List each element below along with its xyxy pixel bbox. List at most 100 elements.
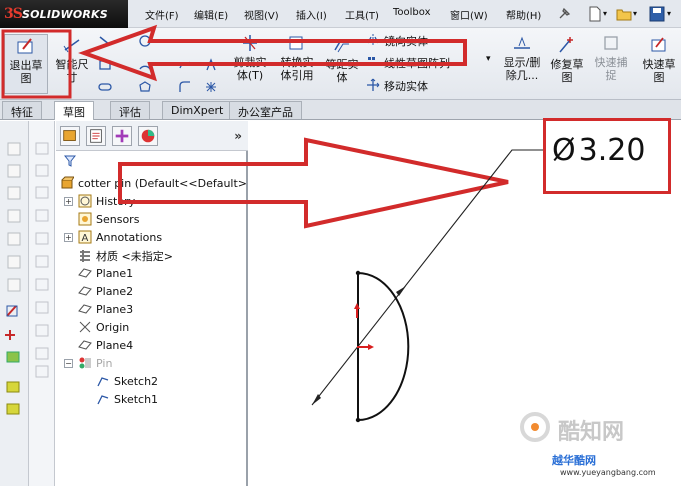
- arc-icon[interactable]: [138, 58, 152, 72]
- tab-features[interactable]: 特征: [2, 101, 42, 119]
- tree-item-label: Origin: [96, 321, 130, 334]
- tree-item-sketch2[interactable]: Sketch2: [96, 374, 158, 392]
- tree-item-history[interactable]: History: [78, 194, 135, 212]
- smart-dimension-button[interactable]: 智能尺 寸: [52, 34, 92, 94]
- tree-root-part[interactable]: cotter pin (Default<<Default>: [60, 176, 247, 194]
- fillet-icon[interactable]: [178, 80, 192, 94]
- view-toolbar-strip: [0, 121, 29, 486]
- display-manager-tab-icon[interactable]: [138, 126, 158, 146]
- menu-file[interactable]: 文件(F): [145, 7, 179, 22]
- origin-icon: [79, 321, 91, 333]
- menu-help[interactable]: 帮助(H): [506, 7, 541, 22]
- tree-item-sketch1[interactable]: Sketch1: [96, 392, 158, 410]
- menu-bar: 3S SOLIDWORKS 文件(F) 编辑(E) 视图(V) 插入(I) 工具…: [0, 0, 681, 28]
- filter-icon[interactable]: [64, 155, 76, 167]
- tree-item-plane3[interactable]: Plane3: [78, 302, 133, 320]
- open-dropdown-icon[interactable]: ▾: [633, 9, 637, 18]
- watermark-site-cn: 越华酷网: [552, 454, 596, 467]
- offset-entities-icon: [334, 39, 349, 53]
- tree-item-label: Pin: [96, 357, 113, 370]
- tree-item-plane4[interactable]: Plane4: [78, 338, 133, 356]
- menu-insert[interactable]: 插入(I): [296, 7, 327, 22]
- repair-sketch-button[interactable]: 修复草 图: [546, 34, 588, 94]
- new-document-icon[interactable]: [586, 5, 604, 23]
- save-icon[interactable]: [648, 5, 666, 23]
- move-entities-icon[interactable]: [366, 78, 380, 92]
- diameter-symbol: Ø: [552, 133, 576, 168]
- display-delete-label-2: 除几...: [505, 69, 539, 82]
- tab-dimxpert[interactable]: DimXpert: [162, 101, 233, 119]
- trim-label-1: 剪裁实: [233, 56, 267, 69]
- smart-dimension-label-1: 智能尺: [55, 58, 89, 71]
- tree-item-material[interactable]: 材质 <未指定>: [78, 248, 173, 266]
- configuration-manager-tab-icon[interactable]: [112, 126, 132, 146]
- tree-item-origin[interactable]: Origin: [78, 320, 129, 338]
- convert-label-1: 转换实: [280, 56, 314, 69]
- tree-item-plane2[interactable]: Plane2: [78, 284, 133, 302]
- offset-entities-button[interactable]: 等距实 体: [322, 34, 362, 94]
- slot-icon[interactable]: [98, 80, 112, 94]
- solidworks-logo[interactable]: 3S SOLIDWORKS: [0, 0, 128, 28]
- rectangle-icon[interactable]: [98, 58, 112, 72]
- svg-text:A: A: [82, 233, 89, 244]
- expand-panel-icon[interactable]: »: [234, 129, 242, 143]
- sketch-toolbar-strip: [29, 121, 55, 486]
- exit-sketch-button[interactable]: 退出草 图: [4, 34, 48, 94]
- history-expand-icon[interactable]: +: [64, 197, 73, 206]
- polygon-icon[interactable]: [138, 80, 152, 94]
- repair-sketch-label-1: 修复草: [550, 58, 584, 71]
- pin-icon[interactable]: [555, 5, 573, 23]
- menu-window[interactable]: 窗口(W): [450, 7, 488, 22]
- menu-edit[interactable]: 编辑(E): [194, 7, 228, 22]
- repair-sketch-icon: [559, 37, 573, 53]
- convert-entities-button[interactable]: 转换实 体引用: [274, 32, 320, 92]
- rapid-sketch-icon: [651, 37, 666, 52]
- tab-office-products[interactable]: 办公室产品: [229, 101, 302, 119]
- trim-entities-button[interactable]: 剪裁实 体(T): [228, 32, 272, 92]
- line-icon[interactable]: [98, 34, 112, 48]
- mirror-icon[interactable]: [366, 33, 380, 47]
- sketch-icon: [97, 395, 109, 405]
- relations-icon: [514, 36, 530, 49]
- menu-toolbox[interactable]: Toolbox: [393, 7, 431, 18]
- point-icon[interactable]: [204, 80, 218, 94]
- dimension-value: 3.20: [578, 133, 646, 168]
- watermark-logo-icon: [520, 412, 550, 442]
- exit-sketch-icon: [17, 38, 33, 54]
- annotations-expand-icon[interactable]: +: [64, 233, 73, 242]
- quick-snaps-button[interactable]: 快速捕 捉: [590, 32, 632, 92]
- feature-tree-tab-icon[interactable]: [60, 126, 80, 146]
- menu-tools[interactable]: 工具(T): [345, 7, 379, 22]
- display-delete-relations-button[interactable]: 显示/删 除几...: [498, 32, 546, 92]
- logo-text: SOLIDWORKS: [22, 8, 108, 21]
- material-icon: [80, 250, 90, 262]
- tree-item-pin[interactable]: Pin: [78, 356, 112, 374]
- menu-view[interactable]: 视图(V): [244, 7, 279, 22]
- linear-pattern-label[interactable]: 线性草图阵列: [384, 55, 450, 71]
- rapid-sketch-label-2: 图: [653, 71, 665, 84]
- pin-expand-icon[interactable]: −: [64, 359, 73, 368]
- tree-item-label: Plane3: [96, 303, 134, 316]
- offset-label-2: 体: [336, 71, 348, 84]
- open-folder-icon[interactable]: [615, 5, 633, 23]
- tree-item-sensors[interactable]: Sensors: [78, 212, 139, 230]
- tree-item-annotations[interactable]: A Annotations: [78, 230, 162, 248]
- move-entities-label[interactable]: 移动实体: [384, 78, 428, 94]
- dimension-text[interactable]: Ø 3.20: [552, 133, 645, 168]
- tab-evaluate[interactable]: 评估: [110, 101, 150, 119]
- rapid-sketch-button[interactable]: 快速草 图: [638, 34, 680, 94]
- more-dropdown-icon[interactable]: ▾: [486, 54, 491, 64]
- smart-dimension-icon: [63, 39, 80, 53]
- text-icon[interactable]: [204, 58, 218, 72]
- tree-item-plane1[interactable]: Plane1: [78, 266, 133, 284]
- spline-icon[interactable]: [178, 58, 192, 72]
- mirror-entities-label[interactable]: 镜向实体: [384, 33, 428, 49]
- save-dropdown-icon[interactable]: ▾: [667, 9, 671, 18]
- watermark-brand: 酷知网: [558, 420, 625, 445]
- tab-sketch[interactable]: 草图: [54, 101, 94, 120]
- circle-icon[interactable]: [138, 34, 152, 48]
- linear-pattern-icon[interactable]: [366, 55, 380, 69]
- new-dropdown-icon[interactable]: ▾: [603, 9, 607, 18]
- tree-root-label: cotter pin (Default<<Default>: [78, 177, 248, 190]
- property-manager-tab-icon[interactable]: [86, 126, 106, 146]
